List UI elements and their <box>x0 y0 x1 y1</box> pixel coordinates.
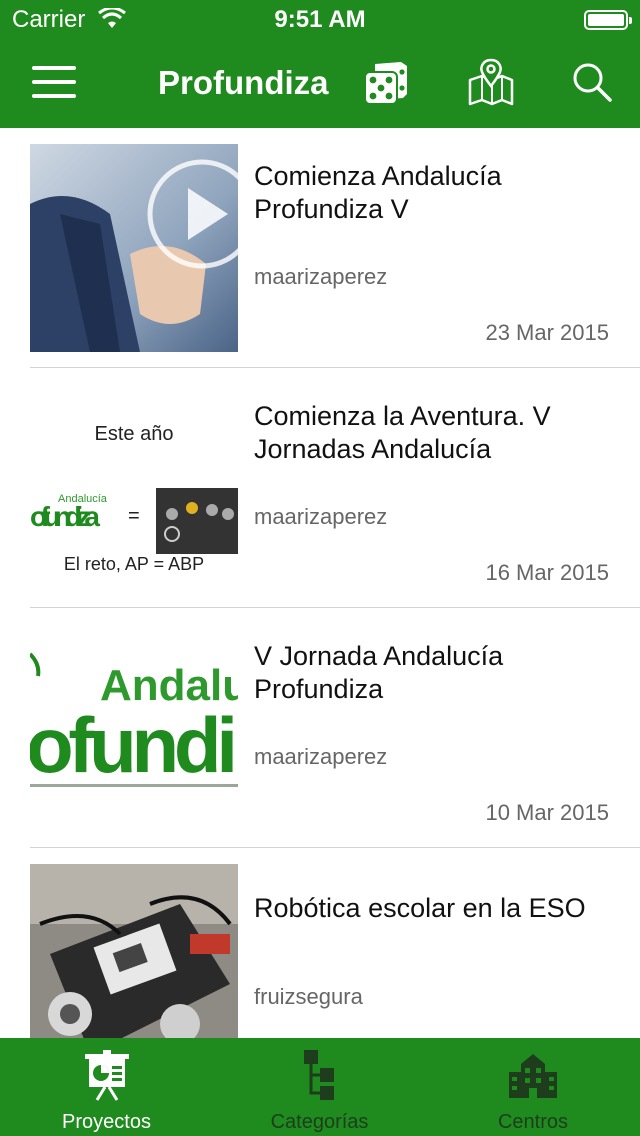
top-bar: Carrier 9:51 AM Profundiza <box>0 0 640 128</box>
post-list[interactable]: Comienza Andalucía Profundiza V maarizap… <box>0 128 640 1038</box>
clock: 9:51 AM <box>274 6 366 33</box>
post-author: maarizaperez <box>254 264 388 289</box>
post-date: 16 Mar 2015 <box>485 560 609 585</box>
post-title[interactable]: V Jornada Andalucía Profundiza <box>254 640 624 706</box>
tab-bar: Proyectos Categorías Centros <box>0 1038 640 1136</box>
menu-icon[interactable] <box>32 66 76 98</box>
list-item[interactable]: Comienza Andalucía Profundiza V maarizap… <box>0 128 640 368</box>
thumb-text-top: Este año <box>95 423 174 445</box>
dice-icon[interactable] <box>361 58 411 108</box>
post-author: fruizsegura <box>254 984 363 1009</box>
tab-label: Categorías <box>270 1111 369 1133</box>
post-title[interactable]: Robótica escolar en la ESO <box>254 892 624 925</box>
tab-label: Centros <box>497 1111 569 1133</box>
thumb-text-bottom: El reto, AP = ABP <box>64 554 204 574</box>
tab-centros[interactable]: Centros <box>426 1038 640 1136</box>
tab-label: Proyectos <box>62 1111 151 1133</box>
thumb-equals: = <box>128 505 140 527</box>
post-title[interactable]: Comienza Andalucía Profundiza V <box>254 160 624 226</box>
post-date: 23 Mar 2015 <box>485 320 609 345</box>
post-thumbnail: Andalucí ofundi <box>30 624 238 832</box>
post-date: 10 Mar 2015 <box>485 800 609 825</box>
post-title[interactable]: Comienza la Aventura. V Jornadas Andaluc… <box>254 400 624 466</box>
post-author: maarizaperez <box>254 744 388 769</box>
post-author: maarizaperez <box>254 504 388 529</box>
battery-icon <box>584 10 632 30</box>
list-item[interactable]: Andalucí ofundi V Jornada Andalucía Prof… <box>0 608 640 848</box>
presentation-icon <box>84 1050 129 1101</box>
hierarchy-icon <box>303 1050 334 1100</box>
search-icon[interactable] <box>568 58 618 108</box>
map-icon[interactable] <box>466 58 516 108</box>
post-thumbnail: Este año Andalucía ofundiza = El reto, A… <box>30 384 238 592</box>
navigation-bar: Profundiza <box>0 40 640 128</box>
post-thumbnail <box>30 144 238 352</box>
thumb-logo-big: ofundiza <box>30 501 100 532</box>
list-item[interactable]: Robótica escolar en la ESO fruizsegura <box>0 848 640 1038</box>
app-title: Profundiza <box>158 64 329 101</box>
buildings-icon <box>509 1054 557 1098</box>
tab-categorias[interactable]: Categorías <box>213 1038 426 1136</box>
thumb-logo-line2: ofundi <box>30 701 238 789</box>
tab-proyectos[interactable]: Proyectos <box>0 1038 213 1136</box>
list-item[interactable]: Este año Andalucía ofundiza = El reto, A… <box>0 368 640 608</box>
post-thumbnail <box>30 864 238 1038</box>
status-bar: Carrier 9:51 AM <box>0 0 640 40</box>
